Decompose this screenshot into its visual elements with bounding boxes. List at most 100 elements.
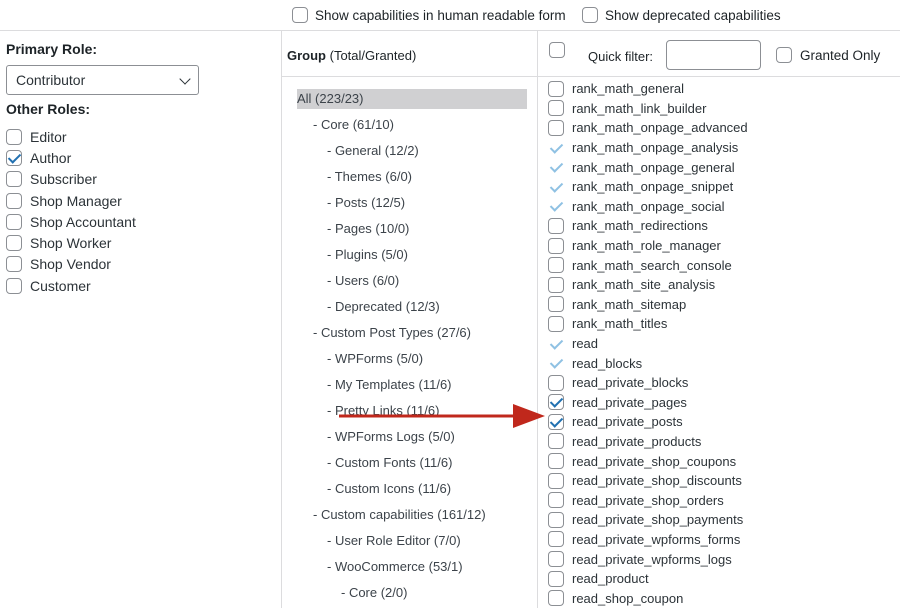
group-item[interactable]: - Custom Post Types (27/6) (297, 323, 527, 349)
role-checkbox[interactable] (6, 149, 22, 166)
group-item[interactable]: - Posts (12/5) (297, 193, 527, 219)
quick-filter-input[interactable] (666, 40, 761, 70)
capability-checkbox[interactable] (548, 374, 564, 391)
capability-checkbox[interactable] (548, 119, 564, 136)
group-item[interactable]: - Plugins (5/0) (297, 245, 527, 271)
capability-item[interactable]: read_private_pages (548, 393, 748, 413)
capability-item[interactable]: read_private_products (548, 432, 748, 452)
group-item[interactable]: - WPForms (5/0) (297, 349, 527, 375)
capability-label: rank_math_titles (572, 316, 668, 332)
select-all-checkbox[interactable] (549, 42, 565, 58)
role-checkbox[interactable] (6, 192, 22, 209)
capability-item[interactable]: read_blocks (548, 353, 748, 373)
capability-item[interactable]: read_private_shop_orders (548, 490, 748, 510)
capability-item[interactable]: read_product (548, 569, 748, 589)
role-checkbox[interactable] (6, 277, 22, 294)
capability-item[interactable]: read_private_shop_coupons (548, 451, 748, 471)
capability-checkbox[interactable] (548, 590, 564, 607)
capabilities-list: rank_math_general rank_math_link_builder r… (548, 79, 748, 608)
role-option[interactable]: Shop Vendor (6, 254, 136, 275)
granted-only-checkbox[interactable] (776, 47, 792, 63)
capability-checkbox[interactable] (548, 80, 564, 97)
role-checkbox[interactable] (6, 128, 22, 145)
capability-item[interactable]: rank_math_sitemap (548, 295, 748, 315)
group-item[interactable]: - User Role Editor (7/0) (297, 531, 527, 557)
capability-item[interactable]: rank_math_search_console (548, 255, 748, 275)
capability-label: read_product (572, 571, 649, 587)
group-item[interactable]: - WooCommerce (53/1) (297, 557, 527, 583)
group-item[interactable]: - Deprecated (12/3) (297, 297, 527, 323)
capability-item[interactable]: read_private_wpforms_forms (548, 530, 748, 550)
role-option[interactable]: Author (6, 147, 136, 168)
group-item[interactable]: - Custom capabilities (161/12) (297, 505, 527, 531)
capability-item[interactable]: rank_math_link_builder (548, 99, 748, 119)
group-item[interactable]: - Pages (10/0) (297, 219, 527, 245)
capability-checkbox[interactable] (548, 453, 564, 470)
group-item[interactable]: - Themes (6/0) (297, 167, 527, 193)
human-readable-option[interactable]: Show capabilities in human readable form (292, 7, 566, 23)
group-item[interactable]: All (223/23) (297, 89, 527, 115)
capability-checkbox (548, 140, 564, 156)
group-item[interactable]: - Users (6/0) (297, 271, 527, 297)
role-option[interactable]: Editor (6, 126, 136, 147)
deprecated-option[interactable]: Show deprecated capabilities (582, 7, 781, 23)
role-checkbox[interactable] (6, 235, 22, 252)
capability-item[interactable]: rank_math_onpage_social (548, 197, 748, 217)
capability-checkbox[interactable] (548, 433, 564, 450)
deprecated-checkbox[interactable] (582, 7, 598, 23)
capability-checkbox[interactable] (548, 100, 564, 117)
capability-item[interactable]: read_private_posts (548, 412, 748, 432)
capability-item[interactable]: rank_math_onpage_advanced (548, 118, 748, 138)
capability-checkbox[interactable] (548, 296, 564, 313)
group-item[interactable]: - General (12/2) (297, 141, 527, 167)
human-readable-checkbox[interactable] (292, 7, 308, 23)
granted-only-option[interactable]: Granted Only (776, 47, 880, 63)
capability-checkbox[interactable] (548, 413, 564, 430)
capability-item[interactable]: read_shop_coupon (548, 588, 748, 608)
role-option[interactable]: Shop Manager (6, 190, 136, 211)
group-item[interactable]: - Core (61/10) (297, 115, 527, 141)
group-item[interactable]: - Core (2/0) (297, 583, 527, 609)
capability-item[interactable]: rank_math_role_manager (548, 236, 748, 256)
capability-item[interactable]: read (548, 334, 748, 354)
role-option[interactable]: Subscriber (6, 169, 136, 190)
role-checkbox[interactable] (6, 213, 22, 230)
role-checkbox[interactable] (6, 171, 22, 188)
group-item[interactable]: - Custom Fonts (11/6) (297, 453, 527, 479)
capability-item[interactable]: rank_math_site_analysis (548, 275, 748, 295)
capability-checkbox[interactable] (548, 276, 564, 293)
capability-checkbox[interactable] (548, 472, 564, 489)
capability-checkbox[interactable] (548, 237, 564, 254)
capability-item[interactable]: read_private_wpforms_logs (548, 549, 748, 569)
capability-checkbox[interactable] (548, 531, 564, 548)
capability-item[interactable]: rank_math_redirections (548, 216, 748, 236)
group-item[interactable]: - My Templates (11/6) (297, 375, 527, 401)
capability-checkbox[interactable] (548, 257, 564, 274)
capability-checkbox[interactable] (548, 551, 564, 568)
capability-item[interactable]: read_private_shop_discounts (548, 471, 748, 491)
capability-item[interactable]: rank_math_general (548, 79, 748, 99)
capability-item[interactable]: read_private_shop_payments (548, 510, 748, 530)
group-item[interactable]: - Pretty Links (11/6) (297, 401, 527, 427)
group-header: Group (Total/Granted) (287, 48, 416, 63)
capability-checkbox[interactable] (548, 217, 564, 234)
role-option[interactable]: Shop Worker (6, 232, 136, 253)
role-option[interactable]: Customer (6, 275, 136, 296)
capability-checkbox[interactable] (548, 492, 564, 509)
group-item[interactable]: - Custom Icons (11/6) (297, 479, 527, 505)
capability-checkbox[interactable] (548, 394, 564, 411)
capability-checkbox[interactable] (548, 511, 564, 528)
capability-item[interactable]: read_private_blocks (548, 373, 748, 393)
capability-label: read_private_posts (572, 414, 683, 430)
capability-checkbox[interactable] (548, 570, 564, 587)
capability-item[interactable]: rank_math_onpage_general (548, 157, 748, 177)
primary-role-select[interactable]: Contributor (6, 65, 199, 95)
capability-item[interactable]: rank_math_titles (548, 314, 748, 334)
capability-item[interactable]: rank_math_onpage_analysis (548, 138, 748, 158)
role-checkbox[interactable] (6, 256, 22, 273)
capability-checkbox[interactable] (548, 315, 564, 332)
capability-item[interactable]: rank_math_onpage_snippet (548, 177, 748, 197)
group-item[interactable]: - WPForms Logs (5/0) (297, 427, 527, 453)
role-option[interactable]: Shop Accountant (6, 211, 136, 232)
capability-label: rank_math_role_manager (572, 238, 721, 254)
